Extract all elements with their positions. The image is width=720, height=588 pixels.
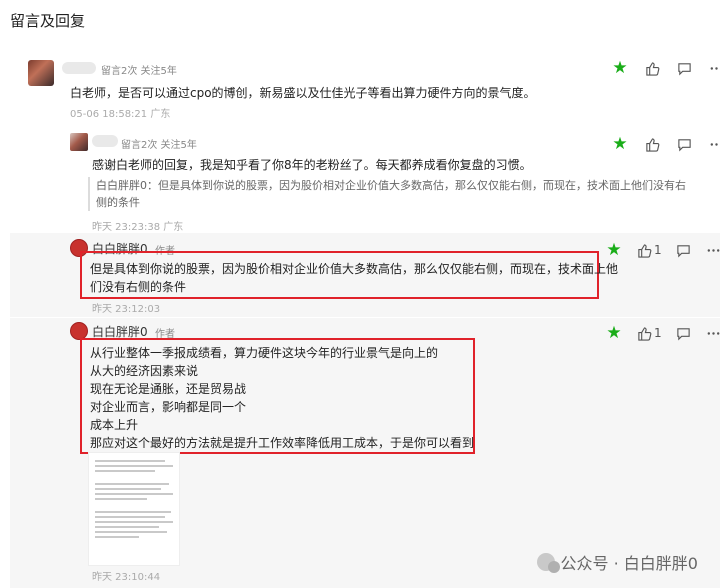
avatar[interactable]: [28, 60, 54, 86]
star-icon[interactable]: ★: [612, 136, 628, 153]
username-blurred: [92, 135, 118, 147]
comment-icon[interactable]: [676, 242, 692, 258]
reply-line: 成本上升: [90, 418, 139, 432]
reply-time: 昨天 23:10:44: [92, 572, 161, 583]
comment-time: 05-06 18:58:21 广东: [70, 109, 171, 120]
thumb-up-icon[interactable]: [644, 136, 660, 152]
comment-icon[interactable]: [676, 325, 692, 341]
comment-icon[interactable]: [676, 136, 692, 152]
quoted-reply: 白白胖胖0：但是具体到你说的股票，因为股价相对企业价值大多数高估，那么仅仅能右侧…: [88, 177, 708, 211]
comment-text: 白老师，是否可以通过cpo的博创，新易盛以及仕佳光子等看出算力硬件方向的景气度。: [70, 86, 536, 100]
like-button[interactable]: 1: [636, 242, 662, 258]
thumb-up-icon[interactable]: [644, 60, 660, 76]
thumb-up-icon: [636, 325, 652, 341]
reply-time: 昨天 23:12:03: [92, 304, 161, 315]
comment-meta: 留言2次 关注5年: [121, 140, 197, 151]
comment-icon[interactable]: [676, 60, 692, 76]
more-icon[interactable]: [706, 242, 720, 258]
thumb-up-icon: [636, 242, 652, 258]
watermark: 公众号 · 白白胖胖0: [536, 550, 698, 574]
reply-line: 从大的经济因素来说: [90, 364, 199, 378]
reply-text: 从行业整体一季报成绩看，算力硬件这块今年的行业景气是向上的 从大的经济因素来说 …: [90, 344, 474, 452]
quote-line: 白白胖胖0：但是具体到你说的股票，因为股价相对企业价值大多数高估，那么仅仅能右侧…: [96, 179, 686, 192]
quote-line: 侧的条件: [96, 196, 140, 209]
reply-text: 但是具体到你说的股票，因为股价相对企业价值大多数高估，那么仅仅能右侧，而现在，技…: [90, 260, 618, 296]
like-count: 1: [654, 326, 662, 340]
reply-line: 那应对这个最好的方法就是提升工作效率降低用工成本，于是你可以看到: [90, 436, 475, 450]
watermark-text: 公众号 · 白白胖胖0: [560, 554, 698, 573]
reply-line: 们没有右侧的条件: [90, 280, 187, 294]
comment-actions: ★: [612, 60, 720, 77]
more-icon[interactable]: [708, 60, 720, 76]
star-icon[interactable]: ★: [612, 60, 628, 77]
more-icon[interactable]: [706, 325, 720, 341]
wechat-logo-icon: [536, 553, 560, 573]
comment-meta: 留言2次 关注5年: [101, 66, 177, 77]
page-title: 留言及回复: [10, 12, 86, 30]
reply-line: 从行业整体一季报成绩看，算力硬件这块今年的行业景气是向上的: [90, 346, 439, 360]
avatar[interactable]: [70, 133, 88, 151]
like-button[interactable]: 1: [636, 325, 662, 341]
comment-time: 昨天 23:23:38 广东: [92, 222, 184, 233]
reply-line: 但是具体到你说的股票，因为股价相对企业价值大多数高估，那么仅仅能右侧，而现在，技…: [90, 262, 619, 276]
comment-actions: ★: [612, 136, 720, 153]
reply-line: 现在无论是通胀，还是贸易战: [90, 382, 247, 396]
star-icon[interactable]: ★: [606, 242, 622, 259]
star-icon[interactable]: ★: [606, 325, 622, 342]
reply-actions: ★ 1: [606, 242, 720, 259]
username-blurred: [62, 62, 96, 74]
comment-text: 感谢白老师的回复，我是知乎看了你8年的老粉丝了。每天都养成看你复盘的习惯。: [92, 158, 532, 172]
attached-image[interactable]: [88, 452, 180, 566]
like-count: 1: [654, 243, 662, 257]
more-icon[interactable]: [708, 136, 720, 152]
reply-actions: ★ 1: [606, 325, 720, 342]
reply-line: 对企业而言，影响都是同一个: [90, 400, 247, 414]
